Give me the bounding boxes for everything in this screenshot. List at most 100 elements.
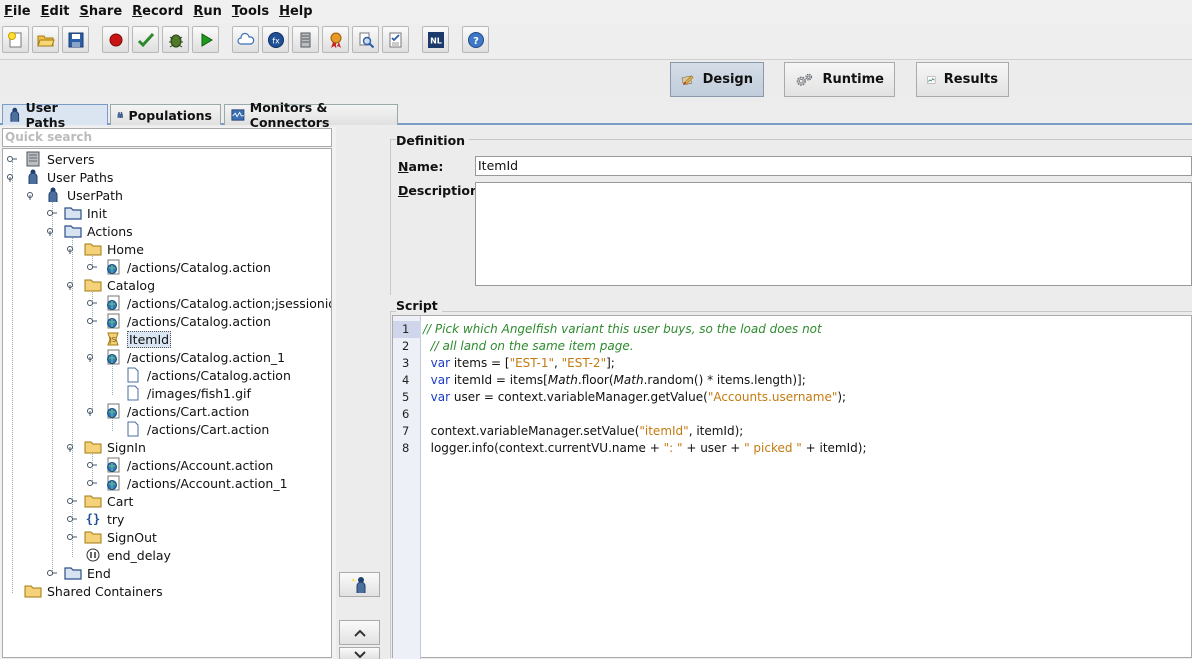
tree-end[interactable]: End: [47, 564, 111, 582]
code-token: , itemId);: [688, 424, 744, 438]
page-folder-icon: [84, 441, 102, 454]
tree-actions[interactable]: Actions: [47, 222, 133, 240]
tree-servers[interactable]: Servers: [7, 150, 95, 168]
menu-file[interactable]: File: [4, 4, 31, 19]
tree-end-delay[interactable]: end_delay: [67, 546, 171, 564]
expand-toggle-icon[interactable]: [67, 496, 77, 506]
tree-signin[interactable]: SignIn: [67, 438, 146, 456]
tree-request[interactable]: /actions/Account.action_1: [87, 474, 288, 492]
menu-run[interactable]: Run: [193, 4, 222, 19]
tree-signout[interactable]: SignOut: [67, 528, 157, 546]
definition-legend: Definition: [396, 133, 470, 148]
search-button[interactable]: [352, 26, 379, 53]
tree-user-paths[interactable]: User Paths: [7, 168, 113, 186]
menu-help[interactable]: Help: [279, 4, 312, 19]
expand-toggle-icon[interactable]: [47, 208, 57, 218]
code-token: "Accounts.username": [707, 390, 838, 404]
script-editor[interactable]: 12 3 4 5 6 7 8 // Pick which Angelfish variant…: [392, 315, 1192, 659]
tree-request[interactable]: /actions/Account.action: [87, 456, 273, 474]
tree-label: /actions/Account.action: [127, 457, 274, 473]
tab-user-paths[interactable]: User Paths: [2, 100, 108, 130]
user-paths-pane: Quick search Servers User Paths UserPath: [0, 127, 336, 658]
badge-button[interactable]: [322, 26, 349, 53]
tree-request[interactable]: /actions/Cart.action: [87, 402, 249, 420]
tree-request[interactable]: /actions/Catalog.action;jsessionid=5C: [87, 294, 331, 312]
expand-toggle-icon[interactable]: [87, 478, 97, 488]
quick-search-input[interactable]: Quick search: [2, 128, 332, 147]
expand-toggle-icon[interactable]: [67, 514, 77, 524]
name-field[interactable]: ItemId: [475, 156, 1192, 176]
svg-text:?: ?: [473, 36, 479, 47]
checklist-button[interactable]: [382, 26, 409, 53]
open-project-button[interactable]: [32, 26, 59, 53]
tree-itemid-js[interactable]: JS ItemId: [87, 330, 172, 348]
tree-request[interactable]: /actions/Catalog.action_1: [87, 348, 285, 366]
add-user-icon: [350, 576, 365, 593]
expand-toggle-icon[interactable]: [47, 568, 57, 578]
add-element-button[interactable]: [339, 572, 380, 597]
svg-text:{}: {}: [86, 512, 100, 526]
record-button[interactable]: [102, 26, 129, 53]
expand-toggle-icon[interactable]: [87, 460, 97, 470]
tree-shared-containers[interactable]: Shared Containers: [7, 582, 163, 600]
tree-label: ItemId: [127, 330, 172, 348]
results-mode-button[interactable]: Results: [916, 62, 1009, 97]
expand-toggle-icon[interactable]: [7, 154, 17, 164]
save-button[interactable]: [62, 26, 89, 53]
help-button[interactable]: ?: [462, 26, 489, 53]
tree-resource[interactable]: /actions/Cart.action: [107, 420, 269, 438]
tab-populations[interactable]: Populations: [110, 104, 221, 125]
expand-toggle-icon[interactable]: [67, 532, 77, 542]
tree-label: Init: [87, 205, 107, 221]
tree-try[interactable]: {} try: [67, 510, 124, 528]
nl-button[interactable]: NL: [422, 26, 449, 53]
tree-init[interactable]: Init: [47, 204, 107, 222]
move-up-button[interactable]: [339, 620, 380, 645]
tree-cart[interactable]: Cart: [67, 492, 133, 510]
runtime-mode-button[interactable]: Runtime: [784, 62, 895, 97]
servers-button[interactable]: [292, 26, 319, 53]
expand-toggle-icon[interactable]: [87, 406, 97, 416]
new-project-button[interactable]: [2, 26, 29, 53]
variables-button[interactable]: fx: [262, 26, 289, 53]
move-down-button[interactable]: [339, 647, 380, 659]
tree-userpath[interactable]: UserPath: [27, 186, 123, 204]
runtime-label: Runtime: [822, 72, 884, 87]
expand-toggle-icon[interactable]: [67, 280, 77, 290]
menu-edit[interactable]: Edit: [41, 4, 70, 19]
expand-toggle-icon[interactable]: [87, 316, 97, 326]
expand-toggle-icon[interactable]: [87, 262, 97, 272]
container-folder-icon: [64, 225, 82, 238]
design-mode-button[interactable]: Design: [670, 62, 764, 97]
tree-request[interactable]: /actions/Catalog.action: [87, 258, 271, 276]
menu-record[interactable]: Record: [132, 4, 183, 19]
tree-resource[interactable]: /images/fish1.gif: [107, 384, 251, 402]
code-line: var itemId = items[Math.floor(Math.rando…: [423, 372, 806, 389]
menu-share[interactable]: Share: [80, 4, 123, 19]
tree-request[interactable]: /actions/Catalog.action: [87, 312, 271, 330]
line-number: 5: [402, 390, 410, 404]
svg-text:NL: NL: [430, 36, 442, 45]
expand-toggle-icon[interactable]: [27, 190, 37, 200]
tree-label: /actions/Catalog.action: [127, 259, 271, 275]
expand-toggle-icon[interactable]: [67, 442, 77, 452]
tree-home[interactable]: Home: [67, 240, 144, 258]
expand-toggle-icon[interactable]: [67, 244, 77, 254]
expand-toggle-icon[interactable]: [47, 226, 57, 236]
run-button[interactable]: [192, 26, 219, 53]
tab-monitors-connectors[interactable]: Monitors & Connectors: [224, 100, 398, 130]
code-token: + itemId);: [801, 441, 867, 455]
expand-toggle-icon[interactable]: [7, 172, 17, 182]
code-line: // all land on the same item page.: [423, 338, 634, 355]
tree-resource[interactable]: /actions/Catalog.action: [107, 366, 291, 384]
tree-catalog[interactable]: Catalog: [67, 276, 155, 294]
tree-label: /images/fish1.gif: [147, 385, 251, 401]
expand-toggle-icon[interactable]: [87, 352, 97, 362]
expand-toggle-icon[interactable]: [87, 298, 97, 308]
check-user-path-button[interactable]: [132, 26, 159, 53]
cloud-button[interactable]: [232, 26, 259, 53]
menu-tools[interactable]: Tools: [232, 4, 269, 19]
code-token: var: [430, 390, 451, 404]
debug-button[interactable]: [162, 26, 189, 53]
description-field[interactable]: [475, 182, 1192, 286]
